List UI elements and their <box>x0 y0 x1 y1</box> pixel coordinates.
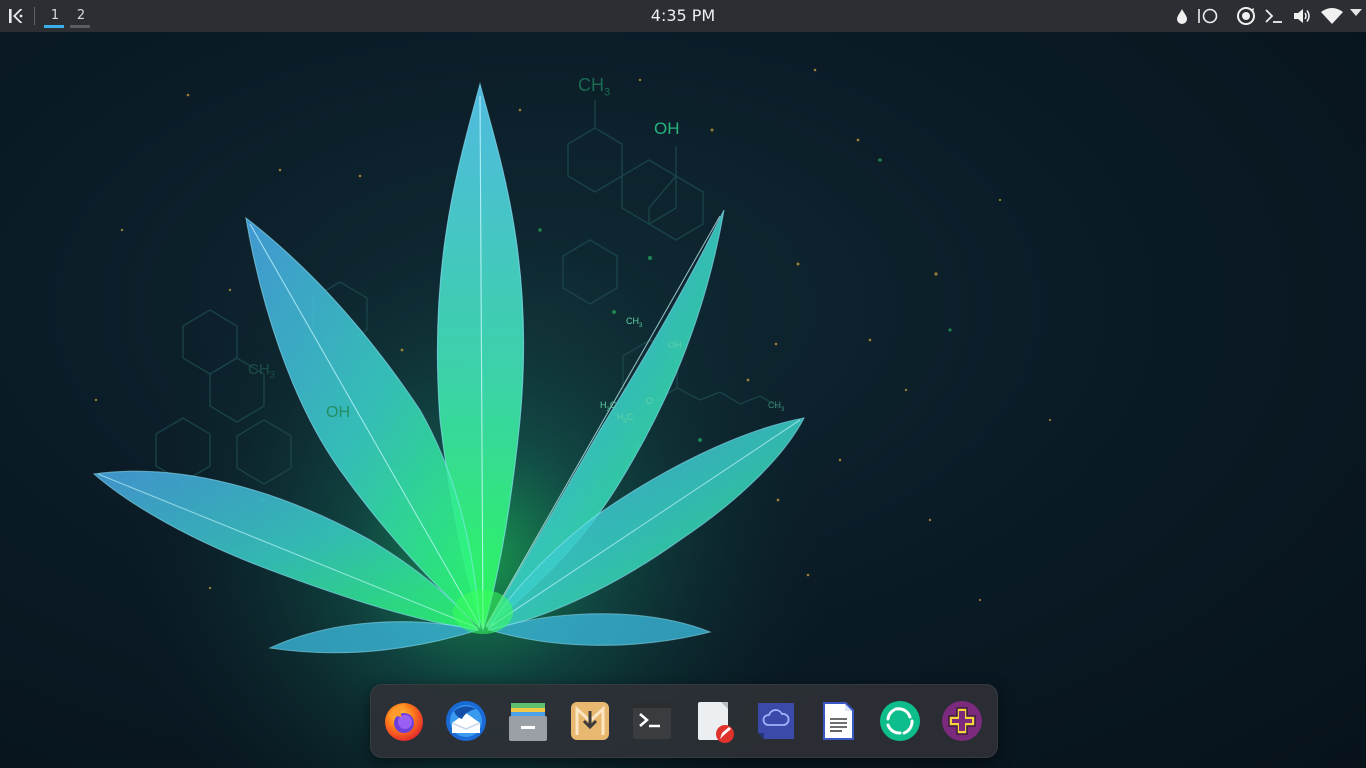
download-manager-icon <box>571 702 609 740</box>
dock-item-element[interactable] <box>876 697 924 745</box>
archive-manager-icon <box>509 703 547 741</box>
chem-label-ch3-left: CH3 <box>248 361 276 381</box>
chem-label-oh: OH <box>654 119 680 138</box>
dock-item-writer[interactable] <box>814 697 862 745</box>
firefox-icon <box>385 703 423 741</box>
desktop-2-label: 2 <box>76 8 86 23</box>
chem-label-o: O <box>646 396 654 406</box>
desktop-indicator <box>70 25 90 28</box>
thunderbird-icon <box>446 701 486 741</box>
element-chat-icon <box>880 701 920 741</box>
terminal-icon[interactable] <box>1264 6 1284 26</box>
chem-label-h3c-2: H3C <box>617 412 634 425</box>
update-notifier-icon[interactable] <box>1236 6 1256 26</box>
cloud-sync-icon <box>758 703 794 739</box>
clock: 4:35 PM <box>0 0 1366 32</box>
dock-item-archive-manager[interactable] <box>504 697 552 745</box>
chem-label-h3c: H3C <box>600 400 617 413</box>
desktop-2-button[interactable]: 2 <box>68 0 94 32</box>
terminal-app-icon <box>633 703 671 739</box>
dock-item-cloud-sync[interactable] <box>752 697 800 745</box>
chem-label-ch3-small: CH3 <box>626 316 643 329</box>
text-editor-icon <box>698 702 734 743</box>
chem-label-oh-small: OH <box>668 340 682 350</box>
desktop-wallpaper: CH3 OH CH3 OH CH3 OH H3C H3C O CH3 <box>0 32 1366 768</box>
dock-item-text-editor[interactable] <box>690 697 738 745</box>
document-writer-icon <box>823 702 854 740</box>
cannabis-leaf-artwork <box>0 32 1366 768</box>
night-color-toggle-icon[interactable] <box>1196 6 1220 26</box>
dock-item-system-tools[interactable] <box>938 697 986 745</box>
application-dock <box>370 684 998 758</box>
chem-label-ch3-right: CH3 <box>768 400 785 413</box>
system-tray <box>1176 0 1344 32</box>
dock-item-terminal[interactable] <box>628 697 676 745</box>
kde-logo-icon[interactable] <box>6 6 26 26</box>
chem-label-ch3: CH3 <box>578 75 611 99</box>
wifi-icon[interactable] <box>1320 6 1344 26</box>
dock-item-thunderbird[interactable] <box>442 697 490 745</box>
desktop-1-label: 1 <box>50 8 60 23</box>
top-panel: 1 2 4:35 PM <box>0 0 1366 32</box>
virtual-desktop-pager: 1 2 <box>42 0 94 32</box>
panel-separator <box>34 7 35 25</box>
active-desktop-indicator <box>44 25 64 28</box>
droplet-icon[interactable] <box>1176 6 1188 26</box>
volume-icon[interactable] <box>1292 6 1312 26</box>
dock-item-download-manager[interactable] <box>566 697 614 745</box>
system-tools-icon <box>942 701 982 741</box>
dock-item-firefox[interactable] <box>380 697 428 745</box>
desktop-1-button[interactable]: 1 <box>42 0 68 32</box>
expand-arrow-icon[interactable] <box>1350 9 1362 16</box>
clock-time[interactable]: 4:35 PM <box>651 6 715 25</box>
chem-label-oh-left: OH <box>326 404 350 421</box>
